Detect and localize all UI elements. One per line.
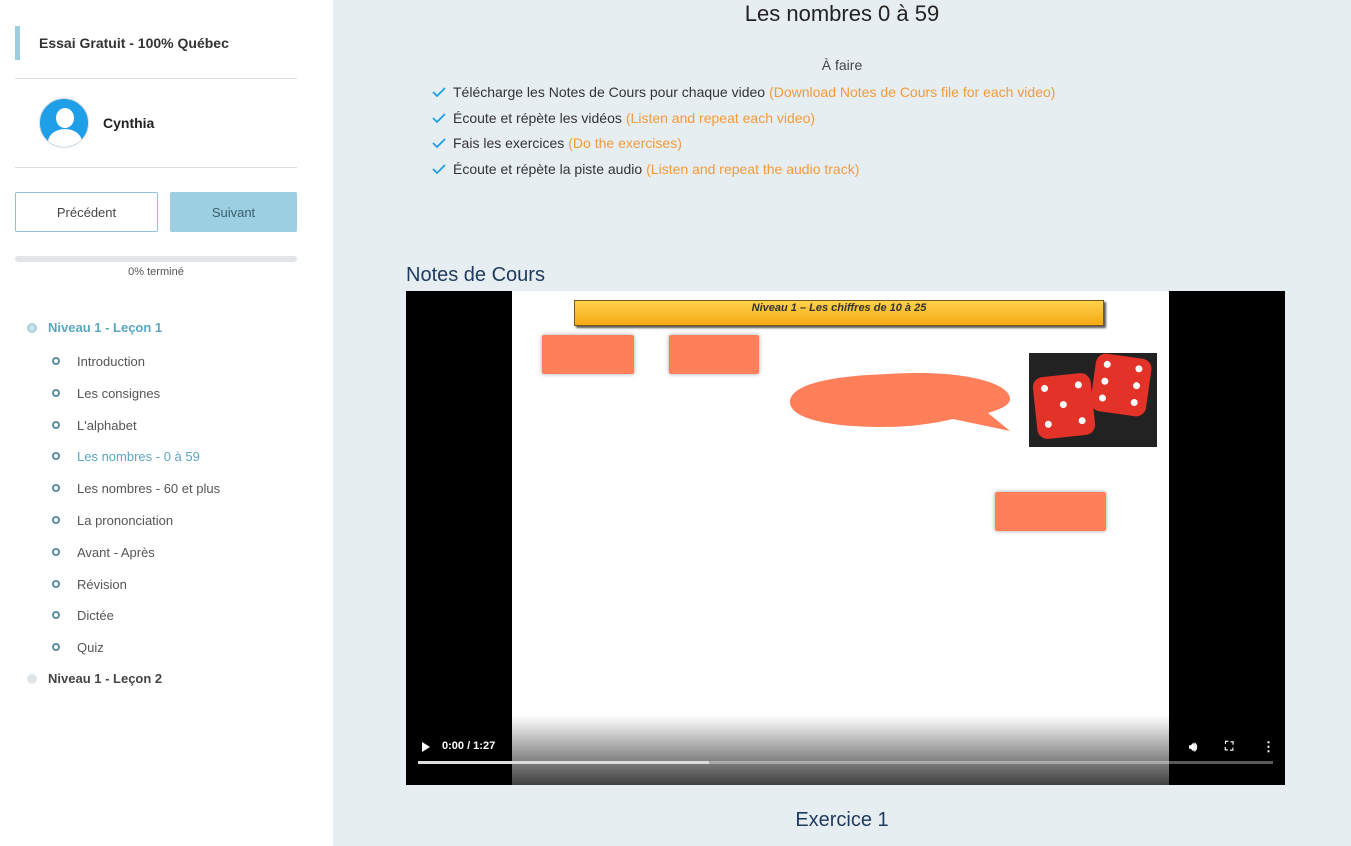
- topic-item-quiz[interactable]: Quiz: [52, 638, 104, 656]
- todo-translation: (Listen and repeat the audio track): [646, 161, 860, 177]
- page-title: Les nombres 0 à 59: [744, 1, 940, 26]
- topic-label: Introduction: [77, 353, 145, 369]
- check-icon: [432, 87, 446, 98]
- course-title[interactable]: Essai Gratuit - 100% Québec: [15, 26, 297, 60]
- divider: [15, 167, 297, 168]
- topic-item-introduction[interactable]: Introduction: [52, 352, 145, 370]
- more-options-icon[interactable]: ⋮: [1262, 739, 1275, 755]
- progress-text: 0% terminé: [128, 266, 184, 278]
- todo-heading: À faire: [821, 57, 863, 73]
- slide-box: [669, 335, 759, 374]
- topic-status-icon: [52, 357, 60, 365]
- topic-label: L'alphabet: [77, 417, 137, 433]
- topic-item-prononciation[interactable]: La prononciation: [52, 511, 173, 529]
- topic-label: La prononciation: [77, 512, 174, 528]
- topic-status-icon: [52, 580, 60, 588]
- todo-item: Fais les exercices (Do the exercises): [432, 134, 682, 152]
- lesson-label: Niveau 1 - Leçon 2: [48, 671, 163, 686]
- slide-box: [542, 335, 634, 374]
- fullscreen-icon[interactable]: ⛶: [1225, 739, 1233, 754]
- volume-icon[interactable]: 🔊︎: [1189, 739, 1197, 755]
- user-profile[interactable]: Cynthia: [39, 98, 154, 148]
- speech-bubble-shape: [790, 372, 1010, 431]
- todo-translation: (Listen and repeat each video): [625, 110, 816, 126]
- video-time: 0:00 / 1:27: [442, 740, 496, 752]
- topic-label: Les consignes: [77, 385, 161, 401]
- todo-translation: (Download Notes de Cours file for each v…: [769, 84, 1056, 100]
- topic-item-alphabet[interactable]: L'alphabet: [52, 416, 137, 434]
- check-icon: [432, 138, 446, 149]
- todo-text: Écoute et répète la piste audio: [453, 161, 643, 177]
- topic-status-icon: [52, 548, 60, 556]
- lesson-status-icon: [27, 322, 37, 333]
- topic-status-icon: [52, 421, 60, 429]
- topic-item-nombres-60-plus[interactable]: Les nombres - 60 et plus: [52, 479, 220, 497]
- topic-label: Dictée: [77, 607, 114, 623]
- divider: [15, 78, 297, 79]
- topic-item-revision[interactable]: Révision: [52, 575, 127, 593]
- lesson-label: Niveau 1 - Leçon 1: [48, 320, 163, 335]
- video-frame: Niveau 1 – Les chiffres de 10 à 25: [512, 291, 1169, 785]
- slide-header: Niveau 1 – Les chiffres de 10 à 25: [574, 300, 1104, 326]
- avatar: [39, 98, 89, 148]
- topic-status-icon: [52, 611, 60, 619]
- slide-box: [995, 492, 1106, 531]
- topic-status-icon: [52, 452, 60, 460]
- topic-item-avant-apres[interactable]: Avant - Après: [52, 543, 155, 561]
- todo-text: Télécharge les Notes de Cours pour chaqu…: [453, 84, 766, 100]
- topic-label: Avant - Après: [77, 544, 155, 560]
- topic-status-icon: [52, 389, 60, 397]
- topic-status-icon: [52, 484, 60, 492]
- topic-item-nombres-0-59[interactable]: Les nombres - 0 à 59: [52, 447, 200, 465]
- todo-text: Écoute et répète les vidéos: [453, 110, 622, 126]
- user-name: Cynthia: [103, 115, 155, 131]
- todo-item: Écoute et répète la piste audio (Listen a…: [432, 160, 859, 178]
- todo-translation: (Do the exercises): [568, 135, 682, 151]
- todo-text: Fais les exercices: [453, 135, 565, 151]
- topic-status-icon: [52, 516, 60, 524]
- progress-bar: [15, 256, 297, 262]
- sidebar: Essai Gratuit - 100% Québec Cynthia Préc…: [0, 0, 333, 846]
- topic-label: Quiz: [77, 639, 104, 655]
- seek-progress: [418, 761, 709, 764]
- exercise-title: Exercice 1: [795, 809, 889, 831]
- lesson-niveau-1-lecon-2[interactable]: Niveau 1 - Leçon 2: [27, 671, 162, 686]
- lesson-niveau-1-lecon-1[interactable]: Niveau 1 - Leçon 1: [27, 320, 162, 335]
- check-icon: [432, 164, 446, 175]
- topic-status-icon: [52, 643, 60, 651]
- todo-item: Télécharge les Notes de Cours pour chaqu…: [432, 83, 1055, 101]
- lesson-status-icon: [27, 673, 37, 684]
- seek-bar[interactable]: [418, 761, 1273, 764]
- video-controls: 0:00 / 1:27 🔊︎ ⛶ ⋮: [406, 715, 1285, 785]
- previous-button[interactable]: Précédent: [15, 192, 158, 232]
- topic-item-les-consignes[interactable]: Les consignes: [52, 384, 160, 402]
- video-player[interactable]: Niveau 1 – Les chiffres de 10 à 25 0:00 …: [406, 291, 1285, 785]
- topic-label: Révision: [77, 576, 127, 592]
- check-icon: [432, 113, 446, 124]
- next-button[interactable]: Suivant: [170, 192, 297, 232]
- topic-item-dictee[interactable]: Dictée: [52, 606, 114, 624]
- notes-de-cours-title: Notes de Cours: [406, 264, 545, 286]
- topic-label: Les nombres - 60 et plus: [77, 480, 221, 496]
- topic-label: Les nombres - 0 à 59: [77, 448, 200, 464]
- dice-image: [1029, 352, 1157, 447]
- todo-item: Écoute et répète les vidéos (Listen and r…: [432, 109, 815, 127]
- play-icon[interactable]: [422, 742, 430, 752]
